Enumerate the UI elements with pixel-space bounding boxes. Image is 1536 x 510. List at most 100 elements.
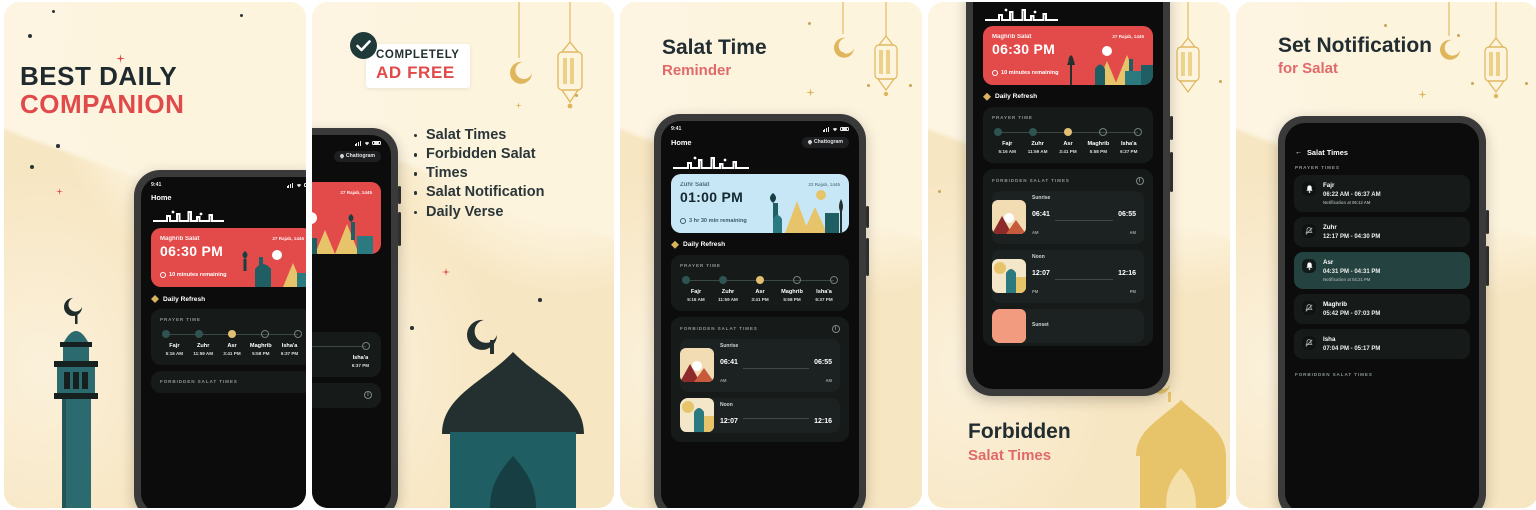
timeline-dot-fajr[interactable] (682, 275, 690, 284)
next-prayer-card[interactable]: 22 Rajab, 1445 Zuhr Salat 01:00 PM 3 hr … (671, 173, 849, 233)
location-label: Chattogram (813, 139, 843, 146)
pin-icon (807, 139, 813, 146)
timeline-dot-fajr[interactable] (994, 127, 1002, 136)
timeline-dot-asr[interactable] (228, 330, 236, 338)
notification-row-isha[interactable]: Isha 07:04 PM - 05:17 PM (1294, 329, 1470, 359)
app-header: Home (141, 190, 306, 206)
forbidden-body: Noon 12:07 12:16 (720, 398, 840, 433)
forbidden-row[interactable]: Sunset (992, 308, 1144, 343)
timeline-dot-isha[interactable] (362, 341, 370, 350)
notification-row-maghrib[interactable]: Maghrib 05:42 PM - 07:03 PM (1294, 294, 1470, 324)
timeline-dot-isha[interactable] (294, 330, 302, 338)
app-header: Chattogram (312, 148, 391, 166)
prayer-time-section: PRAYER TIME Fajr Zuhr Asr Maghrib Isha'a… (151, 309, 306, 365)
feature-item: Salat Notification (412, 183, 608, 202)
phone-side-button[interactable] (1170, 116, 1173, 140)
prayer-names-row: Fajr Zuhr Asr Maghrib Isha'a (992, 141, 1144, 147)
timeline-dot-zuhr[interactable] (1029, 127, 1037, 136)
forbidden-start: 12:07 (1032, 269, 1050, 277)
prayer-time-fajr: 5:16 AM (165, 351, 184, 356)
app-header: Home Chattogram (661, 134, 859, 152)
panel-1-headline: BEST DAILY COMPANION (20, 62, 184, 118)
phone-volume-button[interactable] (398, 212, 401, 246)
feature-item: Salat Times (412, 126, 608, 145)
notification-row-fajr[interactable]: Fajr 06:22 AM - 06:37 AM Notification at… (1294, 175, 1470, 212)
screen-title: Salat Times (1307, 148, 1348, 157)
notification-row-zuhr[interactable]: Zuhr 12:17 PM - 04:30 PM (1294, 217, 1470, 247)
info-icon[interactable]: i (1136, 176, 1144, 185)
phone-side-button[interactable] (1486, 210, 1489, 234)
forbidden-row[interactable]: Sunrise 06:41 AM 06:55 AM (992, 190, 1144, 244)
daily-refresh-row[interactable]: Daily Refresh (141, 287, 306, 309)
prayer-name-zuhr: Zuhr (196, 343, 210, 349)
timeline-dot-maghrib[interactable] (793, 275, 801, 284)
status-icons (822, 126, 849, 132)
decor-star (52, 10, 55, 13)
forbidden-title: FORBIDDEN SALAT TIMES (160, 379, 238, 384)
prayer-times-row: 6:37 PM (312, 361, 372, 368)
timeline-dot-fajr[interactable] (162, 330, 170, 338)
phone-volume-button[interactable] (1170, 152, 1173, 192)
prayer-time-asr: 3:41 PM (751, 296, 769, 302)
location-chip[interactable]: Chattogram (801, 137, 849, 148)
forbidden-body: Sunrise 06:41 AM 06:55 AM (720, 339, 840, 392)
timeline-dot-maghrib[interactable] (261, 330, 269, 338)
check-circle-icon (350, 32, 377, 59)
headline-line-1: Salat Time (662, 36, 767, 59)
forbidden-row[interactable]: Sunrise 06:41 AM 06:55 AM (680, 338, 840, 392)
notification-name: Isha (1323, 336, 1336, 343)
forbidden-body: Sunrise 06:41 AM 06:55 AM (1032, 191, 1144, 244)
notification-range: 12:17 PM - 04:30 PM (1323, 234, 1381, 240)
headline-line-2: Salat Times (968, 447, 1052, 465)
prayer-name-maghrib: Maghrib (1087, 140, 1110, 147)
notification-range: 04:31 PM - 04:31 PM (1323, 269, 1381, 275)
info-icon[interactable]: i (832, 324, 840, 333)
prayer-time-isha: 6:37 PM (351, 362, 370, 368)
forbidden-body: Sunset (1032, 318, 1144, 333)
timeline-dot-isha[interactable] (1134, 127, 1142, 136)
info-icon[interactable]: i (364, 390, 372, 399)
prayer-name-fajr: Fajr (690, 288, 702, 295)
bell-icon[interactable] (1302, 259, 1316, 273)
next-prayer-card[interactable]: 27 Rajab, 1445 (312, 181, 381, 254)
clock-icon (992, 69, 998, 76)
phone-volume-button[interactable] (866, 238, 869, 276)
location-chip[interactable]: Chattogram (333, 151, 381, 162)
phone-side-button[interactable] (866, 206, 869, 228)
ad-free-badge: COMPLETELY AD FREE (350, 32, 470, 89)
timeline-dots (994, 127, 1142, 136)
notification-body: Asr 04:31 PM - 04:31 PM Notification at … (1323, 259, 1380, 282)
status-bar: 9:41 (661, 121, 859, 134)
timeline-dot-zuhr[interactable] (195, 330, 203, 338)
phone-side-button[interactable] (398, 186, 401, 204)
phone-volume-button[interactable] (1486, 246, 1489, 286)
feature-list: Salat Times Forbidden Salat Times Salat … (412, 126, 608, 222)
forbidden-start: 12:07 (720, 417, 738, 425)
timeline-dot-maghrib[interactable] (1099, 127, 1107, 136)
bell-off-icon[interactable] (1302, 301, 1316, 315)
timeline-dot-asr[interactable] (756, 275, 764, 284)
forbidden-row[interactable]: Noon 12:07 PM 12:16 PM (992, 249, 1144, 303)
bell-icon[interactable] (1302, 182, 1316, 196)
hijri-date: 27 Rajab, 1445 (340, 189, 372, 195)
clock-icon (680, 217, 686, 224)
bell-off-icon[interactable] (1302, 336, 1316, 350)
lantern-decor (557, 2, 583, 109)
back-arrow-icon[interactable]: ← (1295, 149, 1302, 156)
timeline-dots (312, 341, 370, 350)
prayer-name-asr: Asr (1063, 140, 1073, 147)
forbidden-end: 06:55 (1118, 210, 1136, 218)
forbidden-row[interactable]: Noon 12:07 12:16 (680, 397, 840, 433)
timeline-dot-asr[interactable] (1064, 127, 1072, 136)
next-prayer-card[interactable]: 27 Rajab, 1445 Maghrib Salat 06:30 PM 10… (151, 228, 306, 287)
prayer-times-list-header: PRAYER TIMES (1295, 165, 1340, 170)
timeline-dot-zuhr[interactable] (719, 275, 727, 284)
next-prayer-card[interactable]: 27 Rajab, 1445 Maghrib Salat 06:30 PM 10… (983, 25, 1153, 85)
timeline-dot-isha[interactable] (830, 275, 838, 284)
daily-refresh-row[interactable]: Daily Refresh (973, 85, 1163, 107)
notification-note: Notification at 04:21 PM (1323, 277, 1371, 282)
decor-star (240, 14, 243, 17)
daily-refresh-row[interactable]: Daily Refresh (661, 233, 859, 255)
bell-off-icon[interactable] (1302, 224, 1316, 238)
notification-row-asr[interactable]: Asr 04:31 PM - 04:31 PM Notification at … (1294, 252, 1470, 289)
